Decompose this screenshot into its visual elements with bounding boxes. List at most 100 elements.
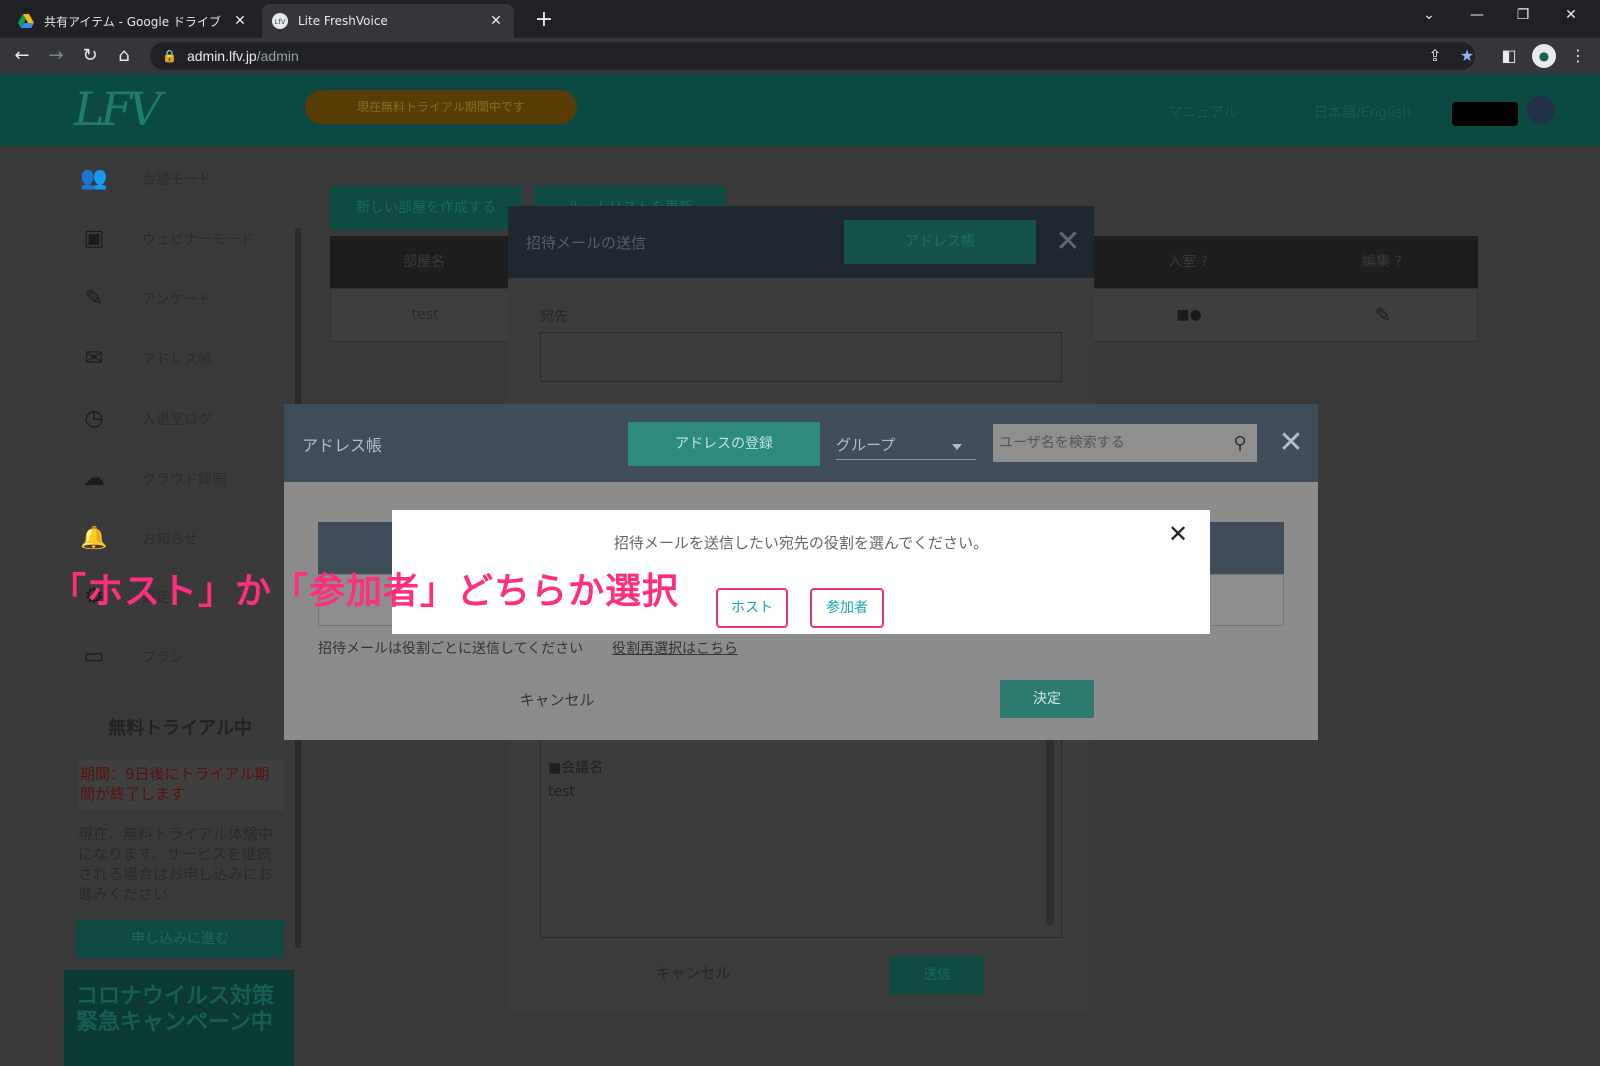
user-search-box: ⚲: [993, 424, 1257, 462]
sidebar-item-label: ウェビナーモード: [142, 232, 254, 248]
lfv-logo: LFV: [74, 82, 162, 136]
apply-button[interactable]: 申し込みに進む: [76, 920, 284, 958]
sidebar-item-cloud-recording[interactable]: ☁ クラウド録画: [64, 450, 294, 508]
sidebar-item-plan[interactable]: ▭ プラン: [64, 628, 294, 686]
to-input[interactable]: [540, 332, 1062, 382]
campaign-banner[interactable]: コロナウイルス対策緊急キャンペーン中: [64, 970, 294, 1066]
google-drive-icon: [18, 14, 34, 28]
user-avatar[interactable]: [1527, 96, 1555, 124]
to-label: 宛先: [540, 309, 568, 325]
sidebar-item-label: アンケート: [142, 292, 212, 308]
address-modal-header: アドレス帳 アドレスの登録 グループ ⚲ ✕: [284, 404, 1318, 482]
edit-icon: ✎: [84, 286, 104, 311]
create-room-button[interactable]: 新しい部屋を作成する: [330, 186, 522, 230]
mail-body-scrollbar[interactable]: [1046, 726, 1054, 926]
mail-body-textarea[interactable]: [540, 716, 1062, 938]
app-header: LFV 現在無料トライアル期間中です マニュアル 日本語/English: [0, 74, 1600, 146]
register-address-button[interactable]: アドレスの登録: [628, 422, 820, 466]
video-camera-icon[interactable]: ■●: [1091, 289, 1287, 341]
invite-modal-header: 招待メールの送信 アドレス帳 ✕: [508, 206, 1094, 278]
browser-tab-bar: 共有アイテム - Google ドライブ ✕ LfV Lite FreshVoi…: [0, 0, 1600, 38]
minimize-icon[interactable]: —: [1454, 0, 1500, 32]
forward-icon[interactable]: →: [42, 42, 70, 70]
role-note: 招待メールは役割ごとに送信してください: [318, 641, 584, 657]
browser-toolbar: ← → ↻ ⌂ 🔒 admin.lfv.jp/admin ⇪ ★ ◧ ● ⋮: [0, 38, 1600, 74]
new-tab-button[interactable]: +: [530, 6, 558, 34]
chevron-down-icon: [952, 444, 962, 450]
card-icon: ▭: [83, 644, 105, 669]
trial-description: 現在、無料トライアル体験中になります。サービスを継続される場合はお申し込みにお進…: [78, 825, 274, 903]
group-select[interactable]: グループ: [836, 434, 976, 460]
redacted-username[interactable]: [1452, 102, 1518, 126]
page: LFV 現在無料トライアル期間中です マニュアル 日本語/English 👥 会…: [0, 74, 1600, 1066]
restore-icon[interactable]: ❐: [1500, 0, 1546, 32]
tab-title: Lite FreshVoice: [298, 14, 388, 28]
role-select-message: 招待メールを送信したい宛先の役割を選んでください。: [613, 534, 989, 552]
trial-title: 無料トライアル中: [108, 718, 252, 739]
sidebar-item-log[interactable]: ◷ 入退室ログ: [64, 390, 294, 448]
trial-warning: 期間：9日後にトライアル期間が終了します: [78, 760, 284, 810]
close-icon[interactable]: ✕: [1162, 518, 1194, 550]
send-button[interactable]: 送信: [890, 956, 984, 994]
bell-icon: 🔔: [80, 526, 108, 551]
user-search-input[interactable]: [999, 435, 1223, 451]
tab-search-icon[interactable]: ⌄: [1406, 0, 1452, 32]
address-cancel-button[interactable]: キャンセル: [502, 682, 612, 718]
column-enter: 入室 ?: [1168, 254, 1208, 270]
sidebar-item-label: クラウド録画: [142, 472, 226, 488]
users-icon: 👥: [80, 166, 108, 191]
share-icon[interactable]: ⇪: [1423, 44, 1447, 68]
host-button[interactable]: ホスト: [716, 588, 788, 628]
close-icon[interactable]: ✕: [488, 13, 504, 29]
sidebar-item-label: プラン: [142, 650, 184, 666]
participant-button[interactable]: 参加者: [810, 588, 884, 628]
sidebar-item-survey[interactable]: ✎ アンケート: [64, 270, 294, 328]
address-book-button[interactable]: アドレス帳: [844, 220, 1036, 264]
tab-title: 共有アイテム - Google ドライブ: [44, 14, 221, 29]
window-close-icon[interactable]: ✕: [1548, 0, 1594, 32]
mail-icon: ✉: [84, 346, 104, 371]
address-modal-title: アドレス帳: [302, 436, 383, 455]
lfv-favicon-icon: LfV: [272, 13, 288, 29]
close-icon[interactable]: ✕: [1048, 222, 1088, 262]
room-name-cell: test: [411, 307, 439, 323]
reselect-role-link[interactable]: 役割再選択はこちら: [612, 638, 738, 658]
language-link[interactable]: 日本語/English: [1314, 102, 1411, 122]
lock-icon[interactable]: 🔒: [162, 49, 177, 63]
cloud-icon: ☁: [83, 466, 105, 491]
invite-cancel-button[interactable]: キャンセル: [628, 954, 758, 992]
address-bar[interactable]: 🔒 admin.lfv.jp/admin: [150, 42, 1475, 70]
confirm-button[interactable]: 決定: [1000, 680, 1094, 718]
history-icon: ◷: [84, 406, 104, 431]
browser-tab-drive[interactable]: 共有アイテム - Google ドライブ ✕: [8, 4, 258, 38]
instruction-annotation: 「ホスト」か「参加者」どちらか選択: [50, 571, 680, 612]
sidebar-item-label: アドレス帳: [142, 352, 212, 368]
help-icon[interactable]: ?: [1201, 254, 1208, 270]
help-icon[interactable]: ?: [1395, 254, 1402, 270]
presenter-icon: ▣: [83, 226, 105, 251]
profile-avatar[interactable]: ●: [1532, 44, 1556, 68]
sidebar-item-webinar[interactable]: ▣ ウェビナーモード: [64, 210, 294, 268]
back-icon[interactable]: ←: [8, 42, 36, 70]
pencil-icon[interactable]: ✎: [1287, 289, 1479, 341]
side-panel-icon[interactable]: ◧: [1497, 44, 1521, 68]
manual-link[interactable]: マニュアル: [1168, 102, 1238, 122]
trial-banner[interactable]: 現在無料トライアル期間中です: [305, 90, 577, 124]
sidebar-item-news[interactable]: 🔔 お知らせ: [64, 510, 294, 568]
home-icon[interactable]: ⌂: [110, 42, 138, 70]
column-edit: 編集 ?: [1362, 254, 1402, 270]
menu-kebab-icon[interactable]: ⋮: [1566, 44, 1590, 68]
svg-text:LfV: LfV: [274, 18, 285, 26]
browser-tab-lfv[interactable]: LfV Lite FreshVoice ✕: [262, 4, 514, 38]
sidebar-item-label: 会議モード: [142, 172, 212, 188]
reload-icon[interactable]: ↻: [76, 42, 104, 70]
sidebar-item-meeting[interactable]: 👥 会議モード: [64, 150, 294, 208]
search-icon[interactable]: ⚲: [1223, 433, 1257, 454]
url-text: admin.lfv.jp/admin: [186, 48, 299, 64]
close-icon[interactable]: ✕: [232, 13, 248, 29]
column-room-name: 部屋名: [403, 254, 445, 270]
bookmark-star-icon[interactable]: ★: [1455, 44, 1479, 68]
close-icon[interactable]: ✕: [1272, 424, 1310, 462]
sidebar-item-address-book[interactable]: ✉ アドレス帳: [64, 330, 294, 388]
sidebar-item-label: 入退室ログ: [142, 412, 212, 428]
